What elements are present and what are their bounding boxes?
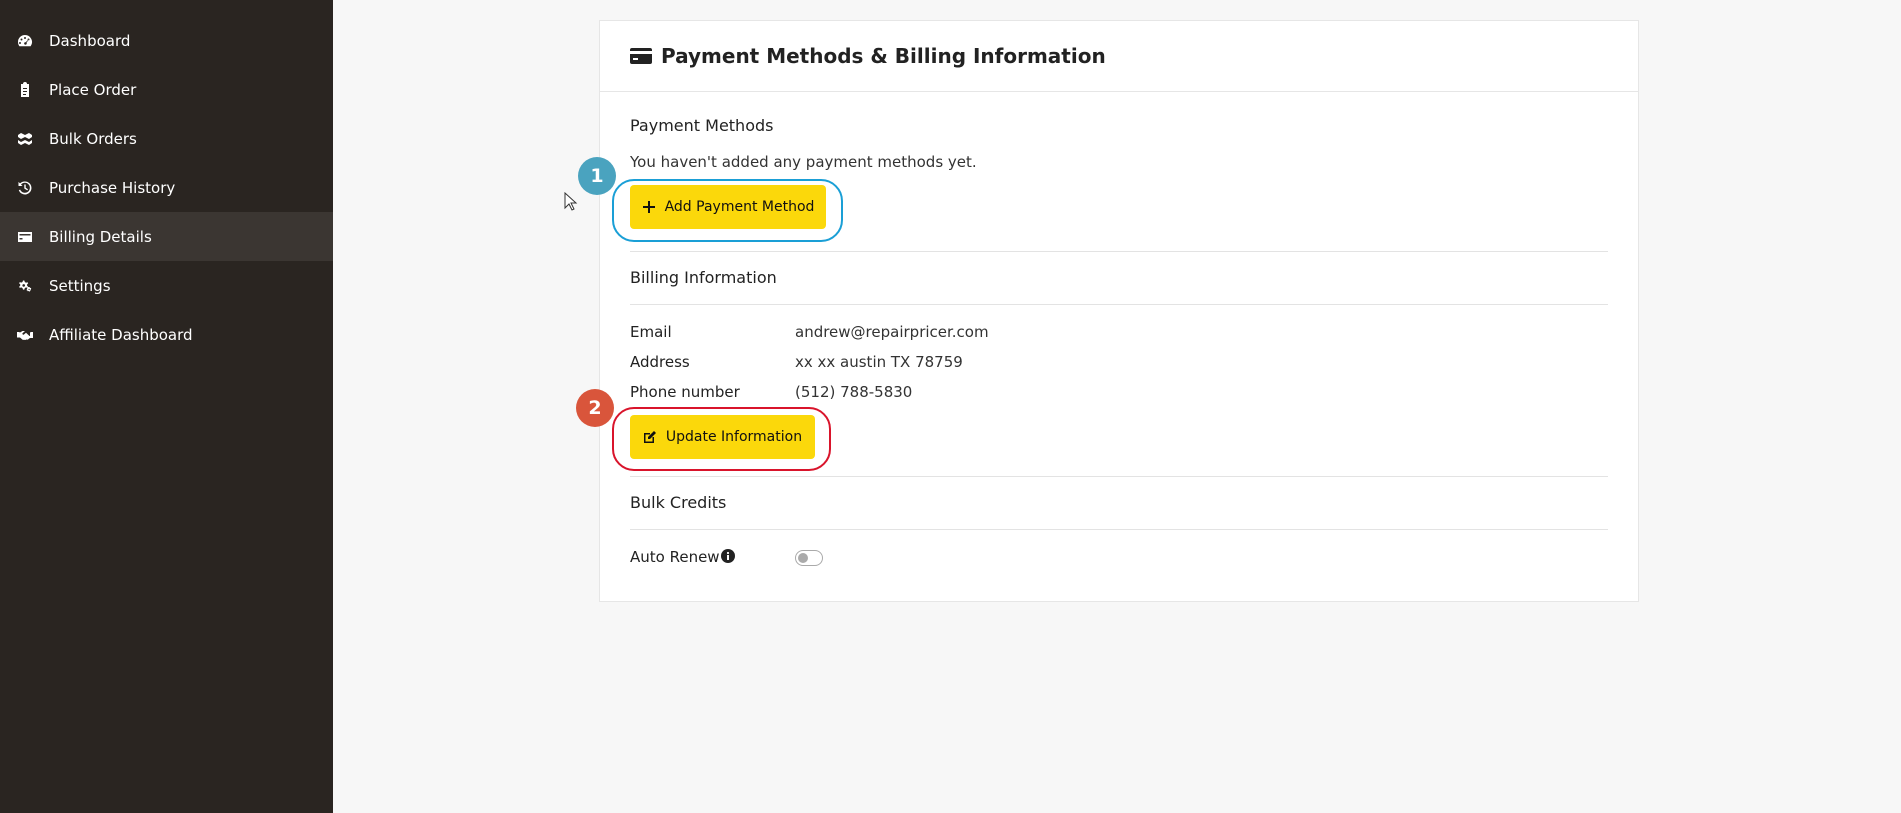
sidebar-item-label: Settings — [49, 276, 111, 295]
sidebar-item-label: Billing Details — [49, 227, 152, 246]
card-header: Payment Methods & Billing Information — [600, 21, 1638, 92]
toggle-knob — [798, 553, 808, 563]
sidebar-item-label: Purchase History — [49, 178, 176, 197]
address-value: xx xx austin TX 78759 — [795, 353, 963, 371]
mouse-cursor-icon — [564, 192, 578, 211]
annotation-badge-2: 2 — [576, 389, 614, 427]
sidebar-item-bulk-orders[interactable]: Bulk Orders — [0, 114, 333, 163]
sidebar-item-label: Dashboard — [49, 31, 131, 50]
auto-renew-toggle[interactable] — [795, 550, 823, 566]
payment-methods-empty-text: You haven't added any payment methods ye… — [630, 153, 977, 171]
sidebar-item-settings[interactable]: Settings — [0, 261, 333, 310]
sidebar-item-affiliate-dashboard[interactable]: Affiliate Dashboard — [0, 310, 333, 359]
annotation-ring-2 — [612, 407, 831, 471]
billing-information-title: Billing Information — [630, 268, 777, 287]
annotation-badge-1: 1 — [578, 157, 616, 195]
annotation-ring-1 — [612, 179, 843, 242]
sidebar-item-label: Place Order — [49, 80, 137, 99]
credit-card-icon — [630, 48, 652, 64]
divider — [630, 304, 1608, 305]
bulk-credits-title: Bulk Credits — [630, 493, 727, 512]
credit-card-icon — [16, 228, 34, 246]
sidebar-item-purchase-history[interactable]: Purchase History — [0, 163, 333, 212]
sidebar-item-label: Bulk Orders — [49, 129, 137, 148]
auto-renew-label: Auto Renew — [630, 548, 720, 566]
page-title: Payment Methods & Billing Information — [661, 44, 1106, 68]
phone-value: (512) 788-5830 — [795, 383, 913, 401]
payment-methods-title: Payment Methods — [630, 116, 774, 135]
address-label: Address — [630, 353, 690, 371]
phone-label: Phone number — [630, 383, 740, 401]
history-icon — [16, 179, 34, 197]
info-icon[interactable] — [721, 549, 735, 563]
sidebar-item-place-order[interactable]: Place Order — [0, 65, 333, 114]
tachometer-icon — [16, 32, 34, 50]
sidebar-item-label: Affiliate Dashboard — [49, 325, 193, 344]
divider — [630, 529, 1608, 530]
email-label: Email — [630, 323, 672, 341]
divider — [630, 476, 1608, 477]
sidebar: Dashboard Place Order Bulk Orders Purcha… — [0, 0, 333, 813]
clipboard-icon — [16, 81, 34, 99]
email-value: andrew@repairpricer.com — [795, 323, 989, 341]
cogs-icon — [16, 277, 34, 295]
sidebar-item-dashboard[interactable]: Dashboard — [0, 16, 333, 65]
boxes-icon — [16, 130, 34, 148]
billing-card: Payment Methods & Billing Information Pa… — [599, 20, 1639, 602]
sidebar-item-billing-details[interactable]: Billing Details — [0, 212, 333, 261]
handshake-icon — [16, 326, 34, 344]
divider — [630, 251, 1608, 252]
